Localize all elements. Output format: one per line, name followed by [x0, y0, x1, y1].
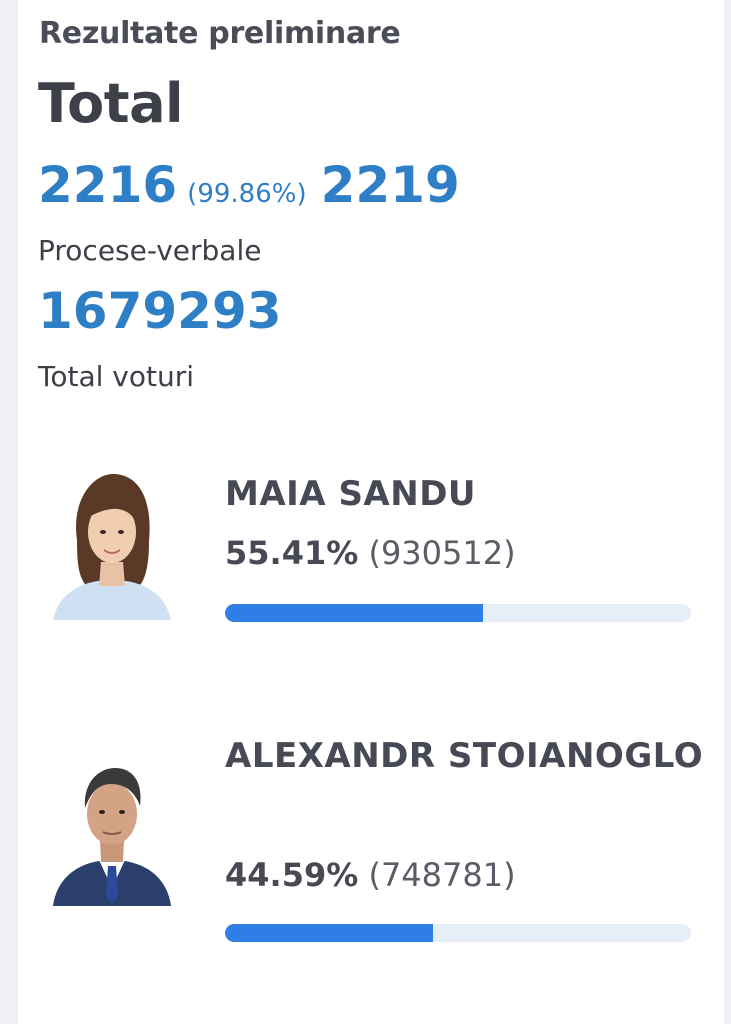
total-heading: Total [38, 72, 184, 135]
results-card: Rezultate preliminare Total 2216 (99.86%)… [18, 0, 724, 1024]
reports-percent: (99.86%) [187, 179, 307, 209]
reports-total: 2219 [320, 156, 460, 214]
reports-label: Procese-verbale [38, 234, 262, 267]
candidate-percent: 44.59% [225, 856, 359, 894]
candidate-photo-maia-sandu [53, 474, 171, 620]
candidate-result: 44.59% (748781) [225, 856, 516, 894]
candidate-progress-bar [225, 924, 691, 942]
candidate-name: ALEXANDR STOIANOGLO [225, 736, 704, 776]
candidate-progress-bar [225, 604, 691, 622]
section-title: Rezultate preliminare [39, 16, 401, 51]
total-votes-label: Total voturi [38, 360, 195, 393]
candidate-name: MAIA SANDU [225, 474, 477, 514]
candidate-photo-alexandr-stoianoglo [53, 768, 171, 906]
candidate-progress-fill [225, 924, 433, 942]
reports-count: 2216 (99.86%) 2219 [38, 156, 460, 214]
candidate-progress-fill [225, 604, 484, 622]
total-votes: 1679293 [38, 282, 282, 340]
reports-counted: 2216 [38, 156, 178, 214]
candidate-percent: 55.41% [225, 534, 359, 572]
candidate-result: 55.41% (930512) [225, 534, 516, 572]
candidate-votes: (930512) [368, 534, 516, 572]
candidate-votes: (748781) [368, 856, 516, 894]
